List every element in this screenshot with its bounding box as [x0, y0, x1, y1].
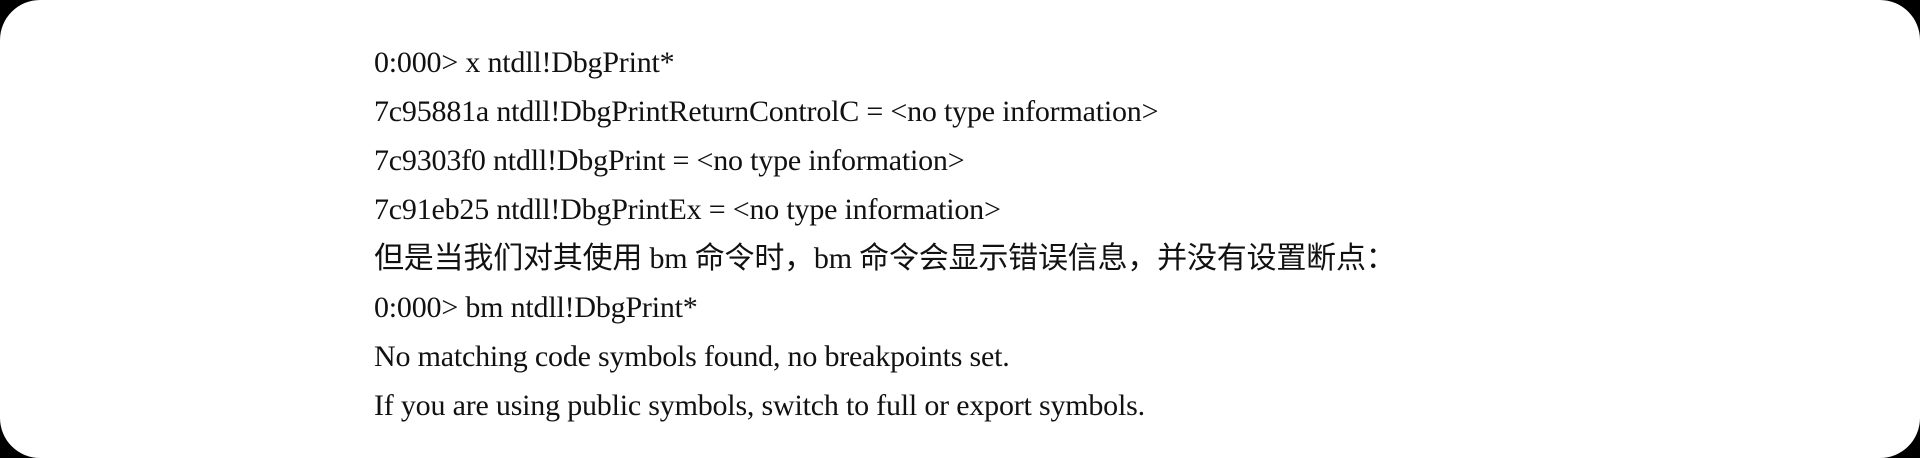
- debugger-error-line: If you are using public symbols, switch …: [374, 389, 1145, 422]
- explanation-paragraph: 但是当我们对其使用 bm 命令时，bm 命令会显示错误信息，并没有设置断点：: [374, 242, 1396, 275]
- debugger-output-line: 7c9303f0 ntdll!DbgPrint = <no type infor…: [374, 144, 965, 177]
- debugger-output-line: 7c91eb25 ntdll!DbgPrintEx = <no type inf…: [374, 193, 1001, 226]
- debugger-command-x: 0:000> x ntdll!DbgPrint*: [374, 46, 675, 79]
- debugger-command-bm: 0:000> bm ntdll!DbgPrint*: [374, 291, 698, 324]
- document-text-block: 0:000> x ntdll!DbgPrint* 7c95881a ntdll!…: [374, 38, 1874, 430]
- debugger-output-line: 7c95881a ntdll!DbgPrintReturnControlC = …: [374, 95, 1159, 128]
- debugger-error-line: No matching code symbols found, no break…: [374, 340, 1010, 373]
- document-page: 0:000> x ntdll!DbgPrint* 7c95881a ntdll!…: [0, 0, 1920, 458]
